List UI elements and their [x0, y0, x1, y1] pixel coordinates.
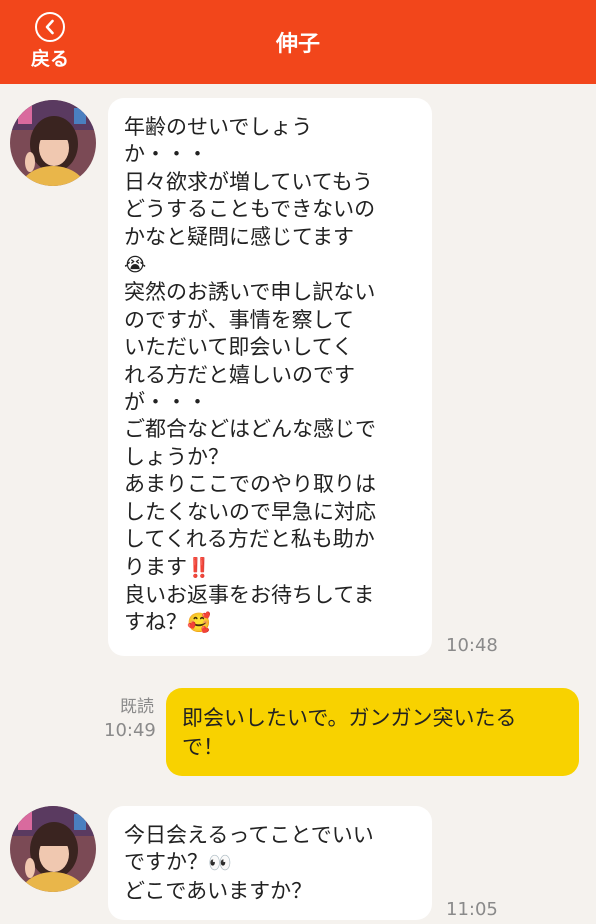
message-text: 突然のお誘いで申し訳ない のですが、事情を察して いただいて即会いしてく れる方… [124, 280, 376, 579]
crying-face-emoji-icon: 😭 [124, 254, 147, 277]
eyes-emoji-icon: 👀 [208, 852, 232, 875]
message-text: 良いお返事をお待ちしてま すね？ [124, 582, 375, 635]
message-text: どこであいますか？ [124, 878, 313, 903]
message-time: 10:48 [446, 635, 498, 656]
message-text: 即会いしたいで。ガンガン突いたる で！ [182, 706, 517, 759]
message-time: 10:49 [104, 720, 156, 741]
chat-title: 伸子 [275, 32, 320, 57]
avatar[interactable] [10, 806, 96, 892]
message-time: 11:05 [446, 899, 498, 920]
message-text: 今日会えるってことでいい ですか？ [124, 823, 374, 875]
smiling-hearts-emoji-icon: 🥰 [187, 612, 211, 635]
read-receipt: 既読 [120, 697, 154, 717]
incoming-message: 年齢のせいでしょう か・・・ 日々欲求が増していてもう どうすることもできないの… [108, 98, 432, 656]
top-bar: 戻る 伸子 [0, 0, 596, 84]
incoming-message: 今日会えるってことでいい ですか？👀 どこであいますか？ [108, 806, 432, 920]
outgoing-message: 即会いしたいで。ガンガン突いたる で！ [166, 688, 579, 776]
message-text: 年齢のせいでしょう か・・・ 日々欲求が増していてもう どうすることもできないの… [124, 115, 376, 249]
double-exclamation-icon: ‼️ [187, 556, 211, 579]
avatar[interactable] [10, 100, 96, 186]
